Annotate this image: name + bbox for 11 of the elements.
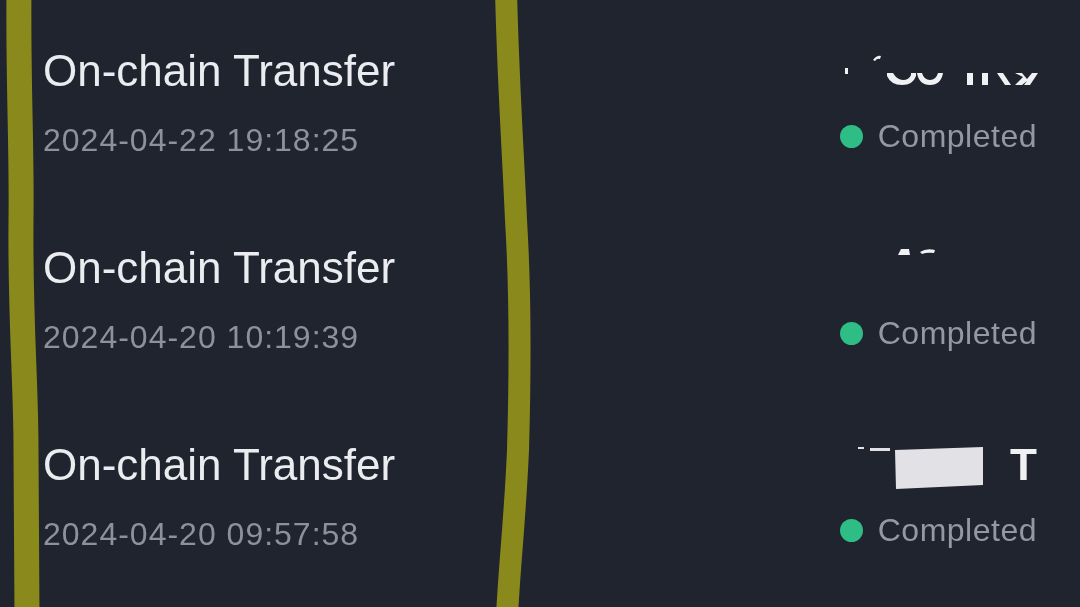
status-label: Completed	[877, 314, 1037, 353]
status-label: Completed	[877, 511, 1037, 550]
transaction-title: On-chain Transfer	[43, 47, 396, 95]
transaction-time: 2024-04-22 19:18:25	[43, 121, 361, 160]
transaction-time: 2024-04-20 09:57:58	[43, 515, 361, 554]
status-label: Completed	[877, 117, 1037, 156]
transaction-title: On-chain Transfer	[43, 244, 396, 292]
amount-text: T	[1010, 441, 1037, 489]
transaction-time: 2024-04-20 10:19:39	[43, 318, 361, 357]
clipped-text-fragment	[898, 249, 935, 256]
transaction-title: On-chain Transfer	[43, 441, 396, 489]
